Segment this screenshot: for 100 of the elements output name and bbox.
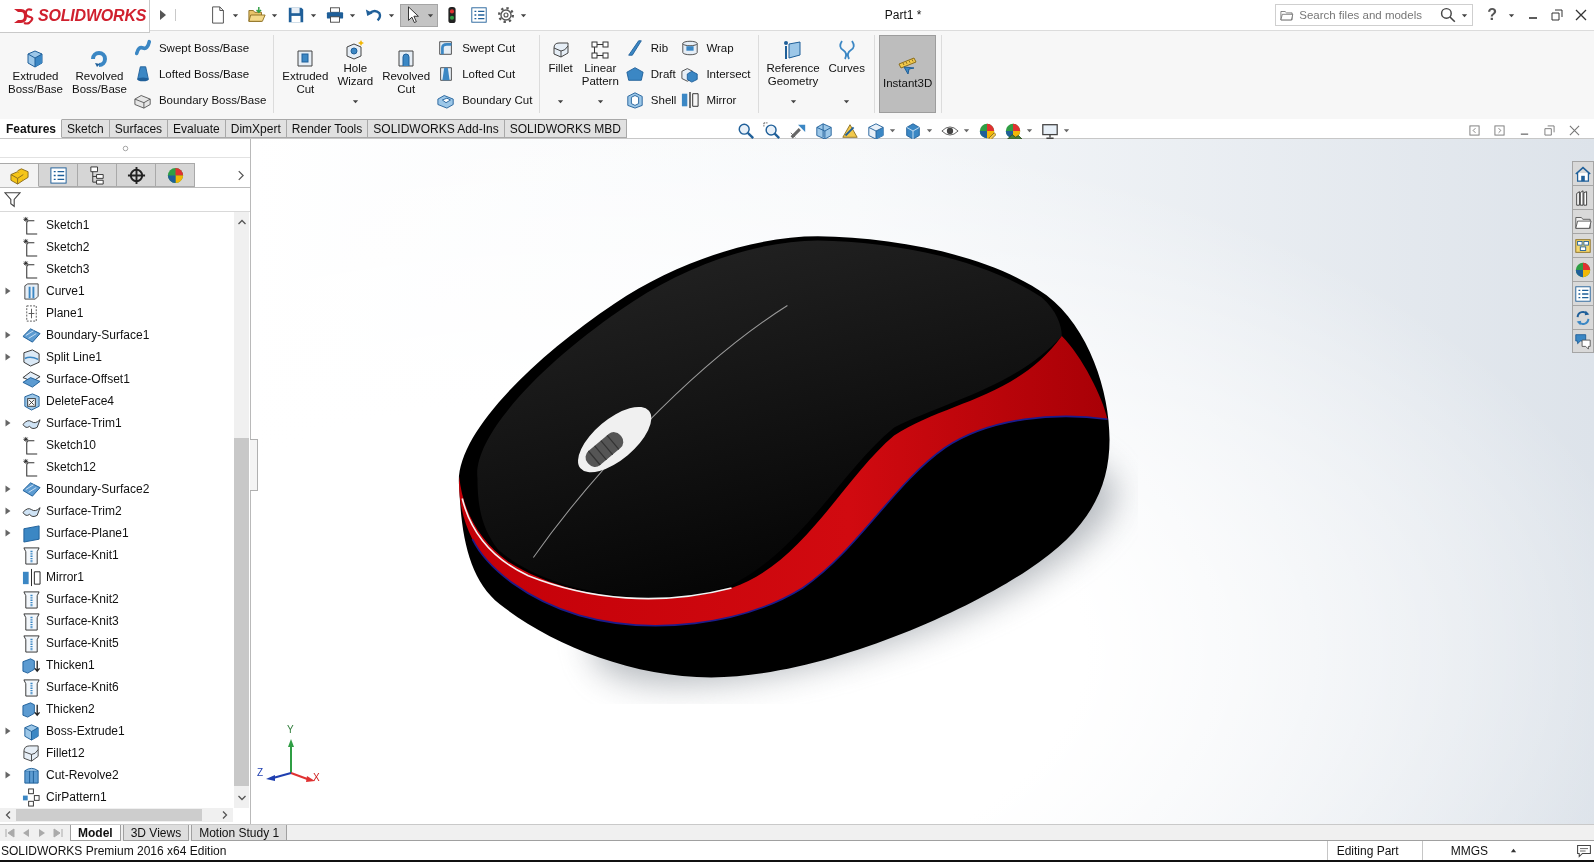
expand-arrow-icon[interactable] [5,771,11,779]
restore-icon[interactable] [1544,125,1555,136]
expand-arrow-icon[interactable] [5,727,11,735]
ribbon-button[interactable]: Shell [625,89,677,111]
search-field[interactable]: Search files and models [1275,4,1474,26]
panel-tab[interactable] [117,163,156,187]
task-pane-tab[interactable] [1572,257,1594,281]
caret-icon[interactable] [271,11,278,19]
ribbon-button[interactable]: Draft [625,63,677,85]
ribbon-button[interactable]: Swept Boss/Base [133,37,267,59]
ribbon-button[interactable]: Wrap [681,37,751,59]
tree-item[interactable]: Split Line1 [22,347,103,367]
ribbon-button[interactable]: Hole Wizard [333,35,378,113]
tree-item[interactable]: Surface-Knit1 [22,545,119,565]
tab[interactable]: Render Tools [286,119,369,138]
chevron-right-icon[interactable] [237,169,244,181]
scrollbar-thumb[interactable] [16,809,202,821]
ribbon-button[interactable]: Extruded Boss/Base [4,35,67,113]
caret-icon[interactable] [349,11,356,19]
expand-arrow-icon[interactable] [159,9,176,21]
scroll-left-icon[interactable] [4,810,12,820]
task-pane-tab[interactable] [1572,161,1594,185]
task-pane-tab[interactable] [1572,305,1594,329]
tree-item[interactable]: Sketch3 [22,259,90,279]
units-button[interactable]: MMGS [1422,841,1517,860]
ribbon-button[interactable]: Rib [625,37,677,59]
search-icon[interactable] [1440,7,1457,23]
tree-item[interactable]: Boundary-Surface2 [22,479,150,499]
ribbon-button[interactable]: Mirror [681,89,751,111]
ribbon-button[interactable]: Instant3D [879,35,937,113]
expand-arrow-icon[interactable] [5,485,11,493]
ribbon-button[interactable]: Fillet [544,35,577,113]
tree-item[interactable]: Cut-Revolve2 [22,765,119,785]
panel-tab[interactable] [39,163,78,187]
caret-icon[interactable] [557,98,565,105]
ribbon-button[interactable]: Extruded Cut [278,35,333,113]
expand-arrow-icon[interactable] [5,507,11,515]
shaded-cube-icon[interactable] [904,121,923,140]
restore-icon[interactable] [1551,9,1563,21]
task-pane-tab[interactable] [1572,209,1594,233]
annotation-icon[interactable] [841,121,860,140]
tab[interactable]: Surfaces [109,119,169,138]
speech-bubble-icon[interactable] [1576,842,1592,859]
caret-icon[interactable] [1461,12,1469,19]
caret-icon[interactable] [232,11,239,19]
zoom-area-icon[interactable] [763,121,782,140]
tree-item[interactable]: Plane1 [22,303,84,323]
tree-item[interactable]: Sketch12 [22,457,97,477]
expand-arrow-icon[interactable] [5,353,11,361]
scroll-down-icon[interactable] [236,794,247,802]
splitter-handle-icon[interactable] [121,144,129,152]
caret-icon[interactable] [789,98,797,105]
panel-tab[interactable] [78,163,117,187]
cube-icon[interactable] [867,121,886,140]
magnifier-icon[interactable] [737,121,756,140]
ribbon-button[interactable]: Boundary Boss/Base [133,89,267,111]
tab[interactable]: 3D Views [122,825,190,841]
tree-item[interactable]: Thicken1 [22,655,95,675]
scroll-up-icon[interactable] [236,218,247,226]
task-pane-tab[interactable] [1572,281,1594,305]
expand-arrow-icon[interactable] [5,287,11,295]
tree-item[interactable]: Surface-Knit6 [22,677,119,697]
tab[interactable]: DimXpert [225,119,287,138]
ribbon-button[interactable]: Boundary Cut [437,89,533,111]
tab[interactable]: SOLIDWORKS MBD [504,119,628,138]
caret-icon[interactable] [351,98,359,105]
caret-icon[interactable] [520,11,527,19]
caret-icon[interactable] [310,11,317,19]
ribbon-button[interactable]: Lofted Boss/Base [133,63,267,85]
vertical-scrollbar[interactable] [234,212,249,808]
scrollbar-thumb[interactable] [234,438,249,786]
tab[interactable]: SOLIDWORKS Add-Ins [368,119,505,138]
scroll-right-icon[interactable] [221,810,229,820]
tree-item[interactable]: Curve1 [22,281,85,301]
color-ball-icon[interactable] [978,121,997,140]
tree-item[interactable]: CirPattern1 [22,787,107,807]
tree-item[interactable]: Boss-Extrude1 [22,721,125,741]
panel-collapse-handle[interactable] [250,439,258,491]
tree-item[interactable]: Fillet12 [22,743,85,763]
tree-item[interactable]: Sketch2 [22,237,90,257]
tree-item[interactable]: Boundary-Surface1 [22,325,150,345]
monitor-icon[interactable] [1041,121,1060,140]
tile-left-icon[interactable] [1469,125,1480,136]
horizontal-scrollbar[interactable] [0,808,233,822]
tree-item[interactable]: DeleteFace4 [22,391,115,411]
tree-item[interactable]: Surface-Trim2 [22,501,122,521]
caret-icon[interactable] [596,98,604,105]
tree-item[interactable]: Surface-Trim1 [22,413,122,433]
caret-icon[interactable] [843,98,851,105]
close-icon[interactable] [1575,9,1587,21]
task-pane-tab[interactable] [1572,329,1594,353]
caret-icon[interactable] [388,11,395,19]
tree-item[interactable]: Surface-Offset1 [22,369,130,389]
tree-item[interactable]: Sketch1 [22,215,90,235]
tree-item[interactable]: Surface-Knit5 [22,633,119,653]
filter-icon[interactable] [4,191,21,208]
task-pane-tab[interactable] [1572,233,1594,257]
tree-item[interactable]: Thicken2 [22,699,95,719]
section-view-icon[interactable] [815,121,834,140]
ribbon-button[interactable]: Swept Cut [437,37,533,59]
